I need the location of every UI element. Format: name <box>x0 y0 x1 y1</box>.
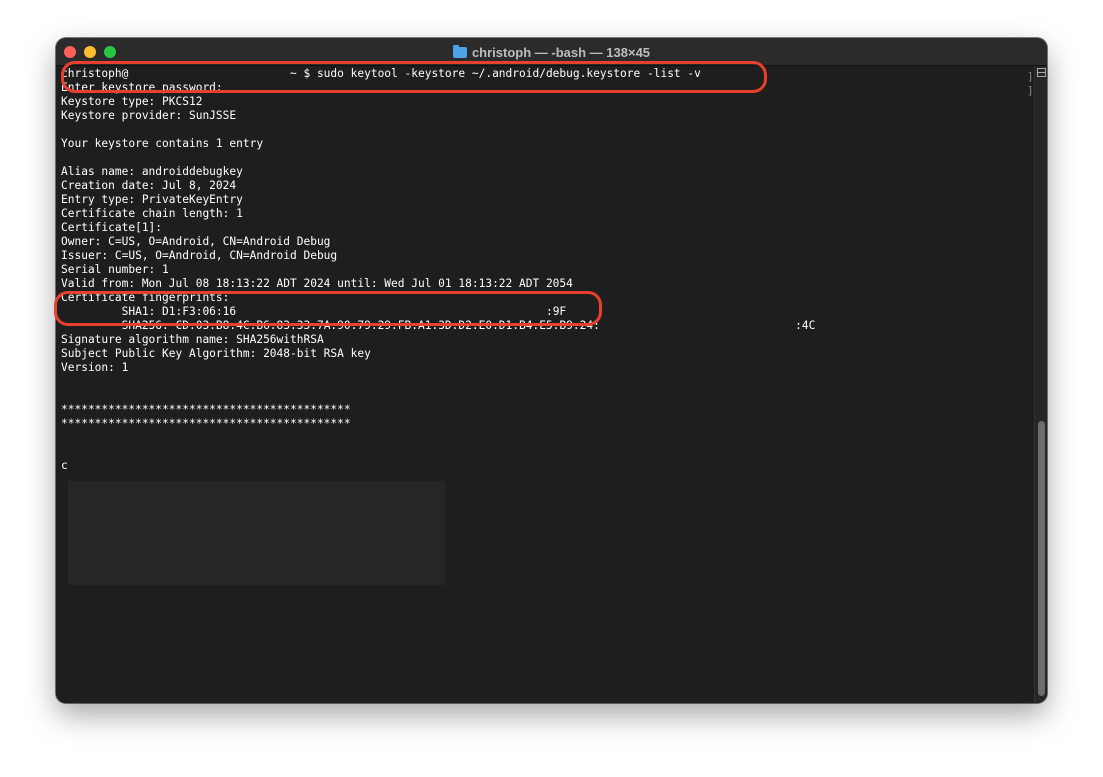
terminal-line-keystore-provider: Keystore provider: SunJSSE <box>61 109 237 122</box>
terminal-line-password-prompt: Enter keystore password: <box>61 81 223 94</box>
title-bar[interactable]: christoph — -bash — 138×45 <box>56 38 1047 66</box>
terminal-line-alias: Alias name: androiddebugkey <box>61 165 243 178</box>
terminal-line-prompt: c <box>61 459 68 472</box>
terminal-output[interactable]: christoph@ ~ $ sudo keytool -keystore ~/… <box>56 66 1034 703</box>
mark-bracket: ] <box>1027 70 1034 83</box>
terminal-line-creation-date: Creation date: Jul 8, 2024 <box>61 179 237 192</box>
terminal-line-serial: Serial number: 1 <box>61 263 169 276</box>
terminal-line-chain-length: Certificate chain length: 1 <box>61 207 243 220</box>
terminal-line-sha256: SHA256: CD:03:B8:4C:B6:83:33:7A:90:79:29… <box>61 319 816 332</box>
terminal-line-issuer: Issuer: C=US, O=Android, CN=Android Debu… <box>61 249 338 262</box>
folder-icon <box>452 44 467 58</box>
terminal-line-entry-count: Your keystore contains 1 entry <box>61 137 264 150</box>
terminal-line-command: christoph@ ~ $ sudo keytool -keystore ~/… <box>61 67 701 80</box>
terminal-line-key-algorithm: Subject Public Key Algorithm: 2048-bit R… <box>61 347 371 360</box>
split-view-icon[interactable] <box>1037 68 1046 77</box>
mark-bracket: ] <box>1027 84 1034 97</box>
window-title: christoph — -bash — 138×45 <box>56 38 1047 66</box>
terminal-line-sha1: SHA1: D1:F3:06:16 :9F <box>61 305 567 318</box>
terminal-line-separator-2: ****************************************… <box>61 417 351 430</box>
terminal-line-keystore-type: Keystore type: PKCS12 <box>61 95 203 108</box>
terminal-line-owner: Owner: C=US, O=Android, CN=Android Debug <box>61 235 331 248</box>
terminal-line-signature-algorithm: Signature algorithm name: SHA256withRSA <box>61 333 324 346</box>
terminal-line-entry-type: Entry type: PrivateKeyEntry <box>61 193 243 206</box>
vertical-scrollbar[interactable] <box>1034 66 1047 703</box>
terminal-line-fingerprints-header: Certificate fingerprints: <box>61 291 230 304</box>
scrollbar-thumb[interactable] <box>1038 421 1045 696</box>
terminal-line-version: Version: 1 <box>61 361 129 374</box>
terminal-line-separator-1: ****************************************… <box>61 403 351 416</box>
terminal-window: christoph — -bash — 138×45 christoph@ ~ … <box>56 38 1047 703</box>
terminal-line-certificate: Certificate[1]: <box>61 221 163 234</box>
redacted-region <box>68 481 445 585</box>
window-title-text: christoph — -bash — 138×45 <box>471 44 651 60</box>
terminal-line-validity: Valid from: Mon Jul 08 18:13:22 ADT 2024… <box>61 277 573 290</box>
